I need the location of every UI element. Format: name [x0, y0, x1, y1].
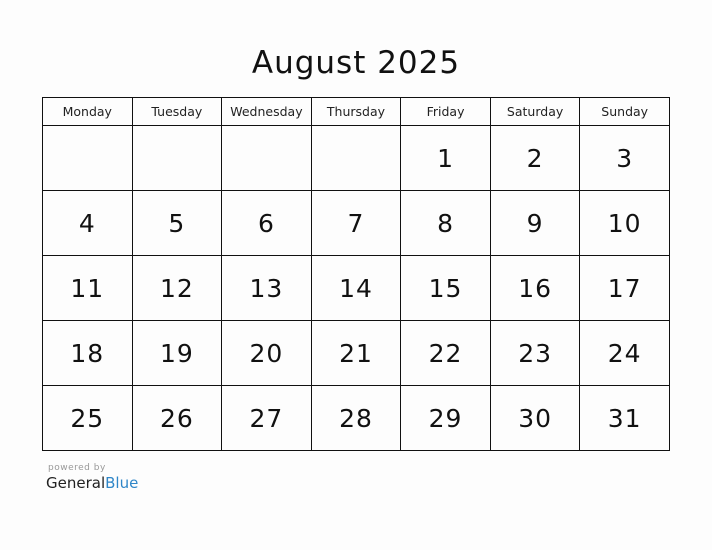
- day-cell: 31: [579, 385, 670, 451]
- day-cell: 23: [489, 320, 581, 386]
- day-cell: 2: [489, 125, 581, 191]
- day-cell: [42, 125, 133, 191]
- weekday-header: Saturday: [489, 97, 581, 126]
- day-cell: 5: [131, 190, 223, 256]
- day-cell: 3: [579, 125, 670, 191]
- weekday-header: Friday: [400, 97, 491, 126]
- brand-blue: Blue: [105, 474, 139, 492]
- day-cell: 13: [221, 255, 312, 321]
- powered-by-footer[interactable]: powered by GeneralBlue: [46, 463, 138, 492]
- day-cell: 8: [400, 190, 491, 256]
- day-cell: 15: [400, 255, 491, 321]
- day-cell: [310, 125, 402, 191]
- day-cell: 26: [131, 385, 223, 451]
- day-cell: 21: [310, 320, 402, 386]
- weekday-header: Monday: [42, 97, 133, 126]
- day-cell: 22: [400, 320, 491, 386]
- weekday-header: Sunday: [579, 97, 670, 126]
- day-cell: 24: [579, 320, 670, 386]
- week-row: 1 2 3: [42, 125, 670, 191]
- day-cell: 6: [221, 190, 312, 256]
- day-cell: 18: [42, 320, 133, 386]
- weekday-header: Tuesday: [131, 97, 223, 126]
- generalblue-logo[interactable]: GeneralBlue: [46, 474, 138, 492]
- brand-general: General: [46, 474, 106, 492]
- weekday-header: Thursday: [310, 97, 402, 126]
- day-cell: 27: [221, 385, 312, 451]
- day-cell: 11: [42, 255, 133, 321]
- week-row: 4 5 6 7 8 9 10: [42, 190, 670, 256]
- day-cell: 14: [310, 255, 402, 321]
- day-cell: [131, 125, 223, 191]
- week-row: 18 19 20 21 22 23 24: [42, 320, 670, 386]
- day-cell: 25: [42, 385, 133, 451]
- day-cell: 16: [489, 255, 581, 321]
- day-cell: 29: [400, 385, 491, 451]
- day-cell: 1: [400, 125, 491, 191]
- day-cell: [221, 125, 312, 191]
- powered-by-label: powered by: [48, 463, 106, 473]
- day-cell: 10: [579, 190, 670, 256]
- day-cell: 19: [131, 320, 223, 386]
- day-cell: 17: [579, 255, 670, 321]
- weekday-header-row: Monday Tuesday Wednesday Thursday Friday…: [42, 97, 670, 126]
- day-cell: 9: [489, 190, 581, 256]
- day-cell: 7: [310, 190, 402, 256]
- week-row: 11 12 13 14 15 16 17: [42, 255, 670, 321]
- day-cell: 28: [310, 385, 402, 451]
- day-cell: 30: [489, 385, 581, 451]
- day-cell: 12: [131, 255, 223, 321]
- calendar-title: August 2025: [251, 45, 461, 81]
- calendar-grid: Monday Tuesday Wednesday Thursday Friday…: [42, 97, 670, 451]
- day-cell: 20: [221, 320, 312, 386]
- week-row: 25 26 27 28 29 30 31: [42, 385, 670, 451]
- day-cell: 4: [42, 190, 133, 256]
- weekday-header: Wednesday: [221, 97, 312, 126]
